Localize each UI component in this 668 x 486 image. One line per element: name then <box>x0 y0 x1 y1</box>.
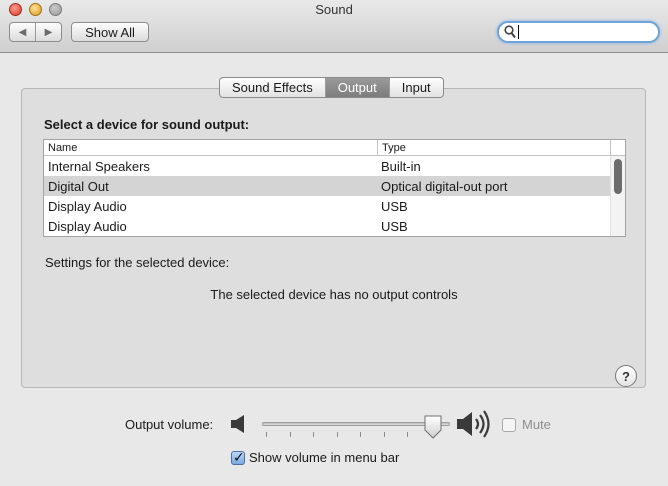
help-icon: ? <box>622 368 630 384</box>
back-arrow-icon: ◀ <box>18 26 27 38</box>
forward-arrow-icon: ▶ <box>44 26 53 38</box>
mute-checkbox-box[interactable] <box>502 417 516 432</box>
device-type: Optical digital-out port <box>381 178 508 194</box>
tab-input[interactable]: Input <box>390 78 443 97</box>
search-input[interactable] <box>518 24 653 40</box>
search-field[interactable] <box>497 21 660 43</box>
table-header: Name Type <box>44 140 625 156</box>
volume-slider-thumb[interactable] <box>424 415 442 439</box>
device-type: USB <box>381 198 408 214</box>
show-volume-in-menu-bar-checkbox[interactable]: Show volume in menu bar <box>231 449 400 466</box>
slider-tick <box>290 432 291 437</box>
tab-bar: Sound Effects Output Input <box>219 77 444 98</box>
settings-label: Settings for the selected device: <box>45 255 230 270</box>
content-panel <box>21 88 646 388</box>
scrollbar-thumb[interactable] <box>614 159 622 194</box>
tab-output[interactable]: Output <box>325 78 390 97</box>
slider-tick <box>360 432 361 437</box>
device-name: Display Audio <box>48 218 127 234</box>
device-name: Internal Speakers <box>48 158 150 174</box>
help-button[interactable]: ? <box>615 365 637 387</box>
section-title: Select a device for sound output: <box>44 117 250 132</box>
column-header-name[interactable]: Name <box>44 140 378 155</box>
table-row-selected[interactable]: Digital Out Optical digital-out port <box>44 176 625 196</box>
speaker-low-icon <box>231 415 244 433</box>
output-volume-slider[interactable] <box>262 422 450 426</box>
forward-button[interactable]: ▶ <box>36 23 61 41</box>
device-type: USB <box>381 218 408 234</box>
slider-tick <box>407 432 408 437</box>
mute-checkbox[interactable]: Mute <box>502 417 551 432</box>
tab-sound-effects[interactable]: Sound Effects <box>220 78 326 97</box>
device-name: Digital Out <box>48 178 109 194</box>
back-button[interactable]: ◀ <box>10 23 36 41</box>
search-icon <box>504 25 516 39</box>
output-volume-label: Output volume: <box>125 417 214 432</box>
device-name: Display Audio <box>48 198 127 214</box>
table-row[interactable]: Internal Speakers Built-in <box>44 156 625 176</box>
device-table: Name Type Internal Speakers Built-in Dig… <box>43 139 626 237</box>
slider-tick <box>384 432 385 437</box>
no-controls-message: The selected device has no output contro… <box>210 287 458 302</box>
show-volume-checkbox-box[interactable] <box>231 449 245 466</box>
slider-tick <box>266 432 267 437</box>
window-title: Sound <box>315 2 353 17</box>
column-header-type[interactable]: Type <box>378 140 611 155</box>
speaker-high-icon <box>457 410 490 438</box>
table-row[interactable]: Display Audio USB <box>44 196 625 216</box>
table-row[interactable]: Display Audio USB <box>44 216 625 236</box>
device-type: Built-in <box>381 158 421 174</box>
mute-label: Mute <box>522 417 551 432</box>
table-scrollbar[interactable] <box>610 156 625 236</box>
text-caret <box>518 25 519 39</box>
slider-tick <box>313 432 314 437</box>
show-all-button[interactable]: Show All <box>71 22 149 42</box>
title-bar: Sound ◀ ▶ Show All <box>0 0 668 53</box>
show-volume-label: Show volume in menu bar <box>249 450 400 465</box>
back-forward-control: ◀ ▶ <box>9 22 62 42</box>
slider-tick <box>337 432 338 437</box>
